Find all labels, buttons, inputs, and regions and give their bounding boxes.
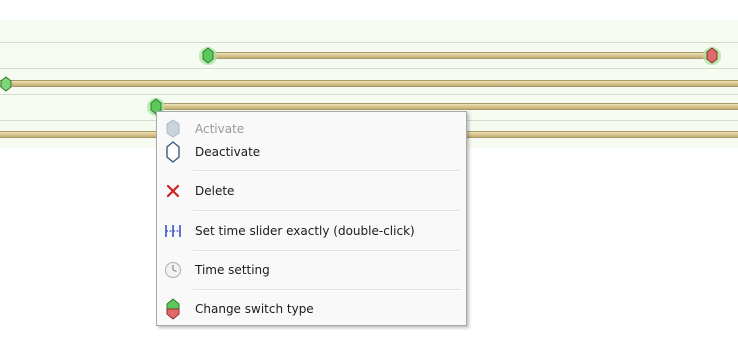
menu-item-delete[interactable]: Delete bbox=[157, 180, 466, 202]
menu-item-change-switch-type[interactable]: Change switch type bbox=[157, 298, 466, 320]
menu-item-deactivate[interactable]: Deactivate bbox=[157, 141, 466, 163]
timeline-bar[interactable] bbox=[209, 52, 713, 59]
time-slider-icon bbox=[157, 223, 189, 239]
timeline-bar[interactable] bbox=[160, 103, 738, 110]
outline-hexagon-icon bbox=[157, 141, 189, 163]
menu-separator bbox=[193, 250, 461, 252]
menu-label: Time setting bbox=[195, 263, 270, 277]
menu-separator bbox=[193, 289, 461, 291]
grey-hexagon-icon bbox=[157, 119, 189, 139]
menu-label: Delete bbox=[195, 184, 235, 198]
menu-label: Change switch type bbox=[195, 302, 314, 316]
green-red-switch-icon bbox=[157, 298, 189, 320]
menu-separator bbox=[193, 170, 461, 172]
red-x-icon bbox=[157, 183, 189, 199]
menu-item-time-setting[interactable]: Time setting bbox=[157, 259, 466, 281]
menu-item-set-time-slider[interactable]: Set time slider exactly (double-click) bbox=[157, 220, 466, 242]
switch-off-marker[interactable] bbox=[702, 46, 722, 66]
context-menu: Activate Deactivate Delete Set time slid… bbox=[156, 111, 467, 326]
timeline-bar[interactable] bbox=[0, 80, 738, 87]
track-row[interactable] bbox=[0, 68, 738, 95]
menu-label: Set time slider exactly (double-click) bbox=[195, 224, 415, 238]
track-row[interactable] bbox=[0, 42, 738, 69]
menu-item-activate[interactable]: Activate bbox=[157, 119, 466, 139]
menu-separator bbox=[193, 210, 461, 212]
menu-label: Deactivate bbox=[195, 145, 261, 159]
switch-on-marker[interactable] bbox=[198, 46, 218, 66]
menu-label: Activate bbox=[195, 122, 245, 136]
clock-icon bbox=[157, 261, 189, 279]
switch-on-marker[interactable] bbox=[0, 74, 16, 94]
